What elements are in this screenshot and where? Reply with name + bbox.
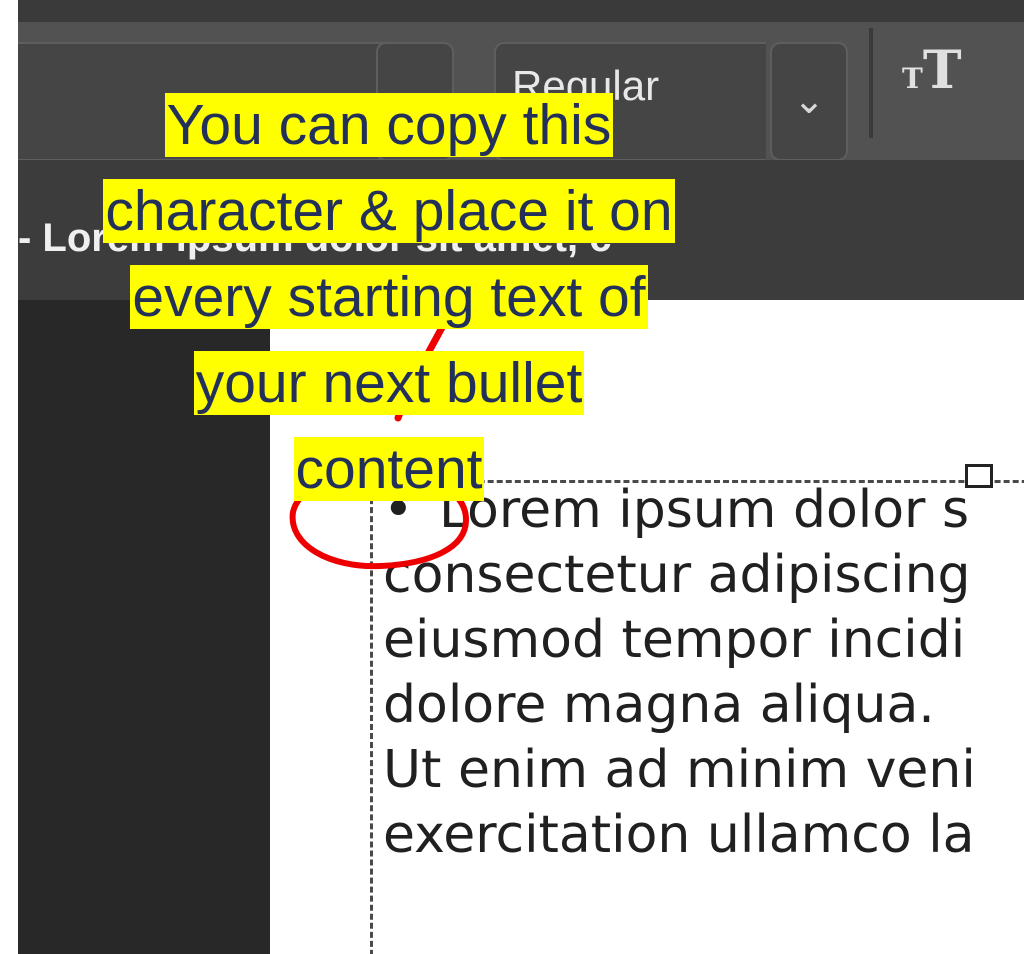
callout-line: You can copy this (164, 93, 614, 157)
screenshot-frame: ⌄ Regular ⌄ TT - Lorem ipsum dolor sit a… (0, 0, 1024, 954)
callout-line: content (293, 437, 485, 501)
callout-line: your next bullet (193, 351, 585, 415)
callout-line: character & place it on (103, 179, 675, 243)
callout-line: every starting text of (130, 265, 648, 329)
annotation-callout: You can copy this character & place it o… (0, 82, 778, 512)
